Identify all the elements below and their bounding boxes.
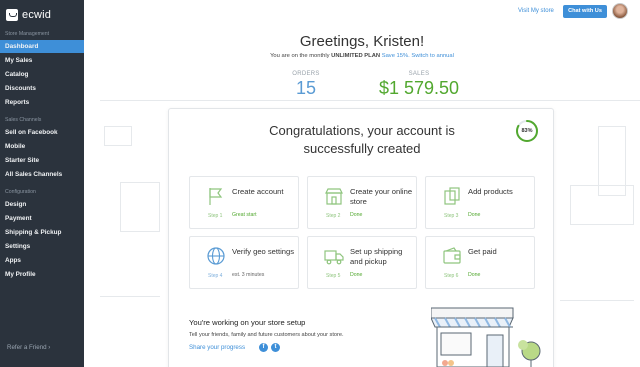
- step-title: Verify geo settings: [232, 247, 295, 256]
- section-label-configuration: Configuration: [5, 189, 36, 195]
- step-status: Done: [350, 212, 363, 218]
- step-title: Create your online store: [350, 187, 413, 206]
- setup-title: You're working on your store setup: [189, 318, 306, 327]
- plan-info: You are on the monthly UNLIMITED PLAN Sa…: [84, 53, 640, 59]
- user-avatar[interactable]: [612, 3, 628, 19]
- sidebar-item-design[interactable]: Design: [0, 198, 84, 211]
- visit-my-store-link[interactable]: Visit My store: [518, 8, 554, 14]
- orders-label: ORDERS: [292, 71, 320, 77]
- sidebar-item-my-profile[interactable]: My Profile: [0, 268, 84, 281]
- ecwid-logo[interactable]: ecwid: [6, 8, 51, 22]
- congrats-heading: Congratulations, your account is success…: [169, 122, 555, 158]
- sidebar-item-payment[interactable]: Payment: [0, 212, 84, 225]
- section-label-store-management: Store Management: [5, 31, 50, 37]
- step-title: Add products: [468, 187, 513, 196]
- flag-icon: [209, 188, 223, 205]
- switch-to-annual-link[interactable]: Save 15%. Switch to annual: [382, 53, 454, 59]
- step-verify-geo-settings[interactable]: Verify geo settings Step 4 est. 3 minute…: [189, 236, 299, 289]
- congrats-line-2: successfully created: [303, 141, 421, 156]
- step-create-online-store[interactable]: Create your online store Step 2 Done: [307, 176, 417, 229]
- step-title: Create account: [232, 187, 284, 196]
- congrats-line-1: Congratulations, your account is: [269, 123, 455, 138]
- plan-prefix: You are on the monthly: [270, 53, 330, 59]
- step-add-products[interactable]: Add products Step 3 Done: [425, 176, 535, 229]
- sidebar-item-settings[interactable]: Settings: [0, 240, 84, 253]
- sidebar-item-starter-site[interactable]: Starter Site: [0, 154, 84, 167]
- step-title: Get paid: [468, 247, 497, 256]
- step-create-account[interactable]: Create account Step 1 Great start: [189, 176, 299, 229]
- refer-a-friend-link[interactable]: Refer a Friend ›: [7, 344, 50, 351]
- progress-percent: 83%: [521, 128, 533, 134]
- sidebar-item-my-sales[interactable]: My Sales: [0, 54, 84, 67]
- sidebar-item-reports[interactable]: Reports: [0, 96, 84, 109]
- step-status: est. 3 minutes: [232, 272, 265, 278]
- globe-icon: [207, 247, 225, 265]
- sidebar-item-discounts[interactable]: Discounts: [0, 82, 84, 95]
- step-status: Done: [468, 212, 481, 218]
- sidebar-item-sell-on-facebook[interactable]: Sell on Facebook: [0, 126, 84, 139]
- sidebar-item-shipping-pickup[interactable]: Shipping & Pickup: [0, 226, 84, 239]
- progress-ring: 83%: [515, 119, 539, 143]
- sidebar-item-mobile[interactable]: Mobile: [0, 140, 84, 153]
- step-set-up-shipping[interactable]: Set up shipping and pickup Step 5 Done: [307, 236, 417, 289]
- truck-icon: [324, 250, 344, 265]
- greeting-title: Greetings, Kristen!: [299, 33, 425, 50]
- step-get-paid[interactable]: Get paid Step 6 Done: [425, 236, 535, 289]
- step-number: Step 1: [208, 213, 223, 219]
- step-status: Done: [468, 272, 481, 278]
- step-status: Done: [350, 272, 363, 278]
- step-title: Set up shipping and pickup: [350, 247, 403, 266]
- sidebar: ecwid Store Management Dashboard My Sale…: [0, 0, 84, 367]
- chevron-right-icon: ›: [48, 344, 51, 351]
- sales-label: SALES: [408, 71, 430, 77]
- section-label-sales-channels: Sales Channels: [5, 117, 42, 123]
- setup-description: Tell your friends, family and future cus…: [189, 332, 344, 338]
- refer-label: Refer a Friend: [7, 344, 47, 351]
- step-number: Step 3: [444, 213, 459, 219]
- twitter-share-icon[interactable]: t: [271, 343, 280, 352]
- wallet-icon: [443, 247, 461, 264]
- logo-text: ecwid: [22, 9, 52, 21]
- sidebar-item-dashboard[interactable]: Dashboard: [0, 40, 84, 53]
- facebook-share-icon[interactable]: f: [259, 343, 268, 352]
- ecwid-logo-icon: [6, 9, 18, 21]
- sidebar-item-apps[interactable]: Apps: [0, 254, 84, 267]
- sales-value[interactable]: $1 579.50: [377, 78, 461, 99]
- step-number: Step 5: [326, 273, 341, 279]
- storefront-icon: [325, 188, 343, 205]
- chat-with-us-button[interactable]: Chat with Us: [563, 5, 607, 18]
- storefront-illustration: [431, 307, 541, 367]
- sidebar-item-catalog[interactable]: Catalog: [0, 68, 84, 81]
- product-icon: [444, 187, 460, 205]
- step-number: Step 4: [208, 273, 223, 279]
- orders-value[interactable]: 15: [290, 78, 322, 99]
- sidebar-item-all-sales-channels[interactable]: All Sales Channels: [0, 168, 84, 181]
- step-number: Step 6: [444, 273, 459, 279]
- plan-name: UNLIMITED PLAN: [331, 53, 381, 59]
- step-number: Step 2: [326, 213, 341, 219]
- onboarding-card: Congratulations, your account is success…: [168, 108, 554, 367]
- share-progress-link[interactable]: Share your progress: [189, 344, 245, 351]
- step-status: Great start: [232, 212, 257, 218]
